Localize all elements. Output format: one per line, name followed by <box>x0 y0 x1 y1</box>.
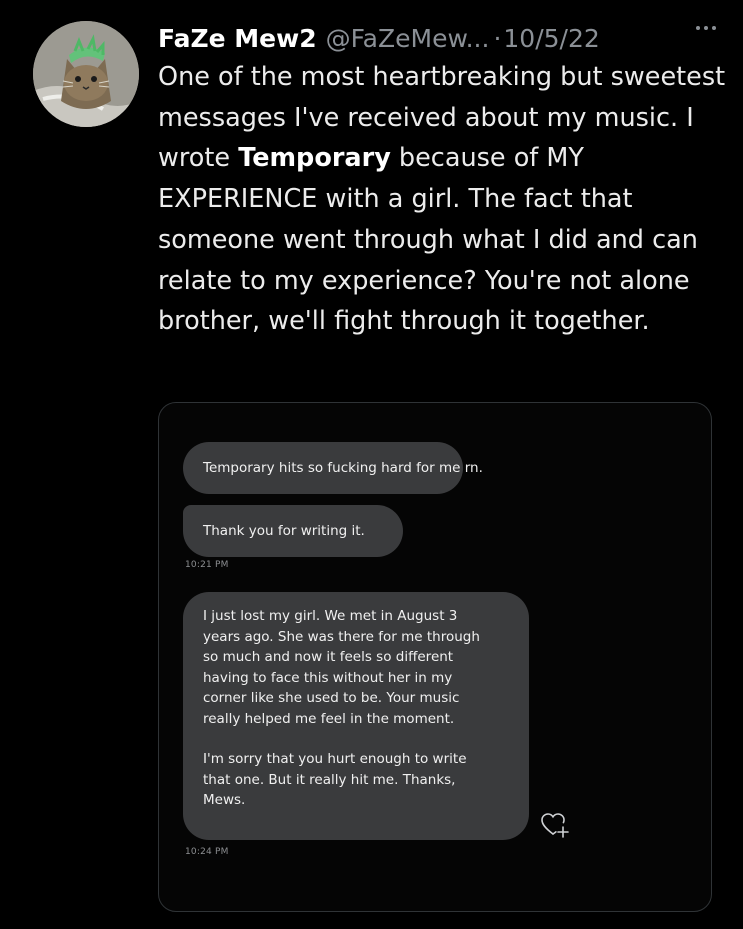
tweet-date[interactable]: 10/5/22 <box>503 24 599 53</box>
author-handle[interactable]: @FaZeMew... <box>326 24 490 53</box>
tweet-header: FaZe Mew2 @FaZeMew... · 10/5/22 <box>158 18 728 58</box>
message-line: I just lost my girl. We met in August 3 <box>203 608 458 624</box>
more-icon[interactable] <box>696 26 716 30</box>
message-bubble: Thank you for writing it. <box>183 505 403 557</box>
message-timestamp: 10:24 PM <box>185 847 229 857</box>
message-line: Mews. <box>203 792 246 808</box>
message-line: really helped me feel in the moment. <box>203 710 455 727</box>
message-bubble: Temporary hits so fucking hard for me rn… <box>183 442 483 494</box>
cat-avatar-image <box>33 21 139 127</box>
message-line: years ago. She was there for me through <box>203 628 480 645</box>
message-line: that one. But it really hit me. Thanks, <box>203 771 456 788</box>
message-bubble: I just lost my girl. We met in August 3 … <box>183 592 529 840</box>
separator-dot: · <box>493 23 502 53</box>
tweet-text: One of the most heartbreaking but sweete… <box>158 57 733 342</box>
message-line: I'm sorry that you hurt enough to write <box>203 751 467 767</box>
heart-plus-icon[interactable] <box>539 810 573 840</box>
author-name[interactable]: FaZe Mew2 <box>158 24 317 53</box>
message-text: Temporary hits so fucking hard for me rn… <box>203 459 483 476</box>
message-line: having to face this without her in my <box>203 669 453 686</box>
attached-image-dm-screenshot[interactable]: Temporary hits so fucking hard for me rn… <box>158 402 712 912</box>
message-line: corner like she used to be. Your music <box>203 690 460 706</box>
tweet-text-bold: Temporary <box>238 143 391 174</box>
message-text: Thank you for writing it. <box>203 522 365 539</box>
avatar[interactable] <box>33 21 139 127</box>
message-line: so much and now it feels so different <box>203 649 454 665</box>
message-timestamp: 10:21 PM <box>185 560 229 570</box>
